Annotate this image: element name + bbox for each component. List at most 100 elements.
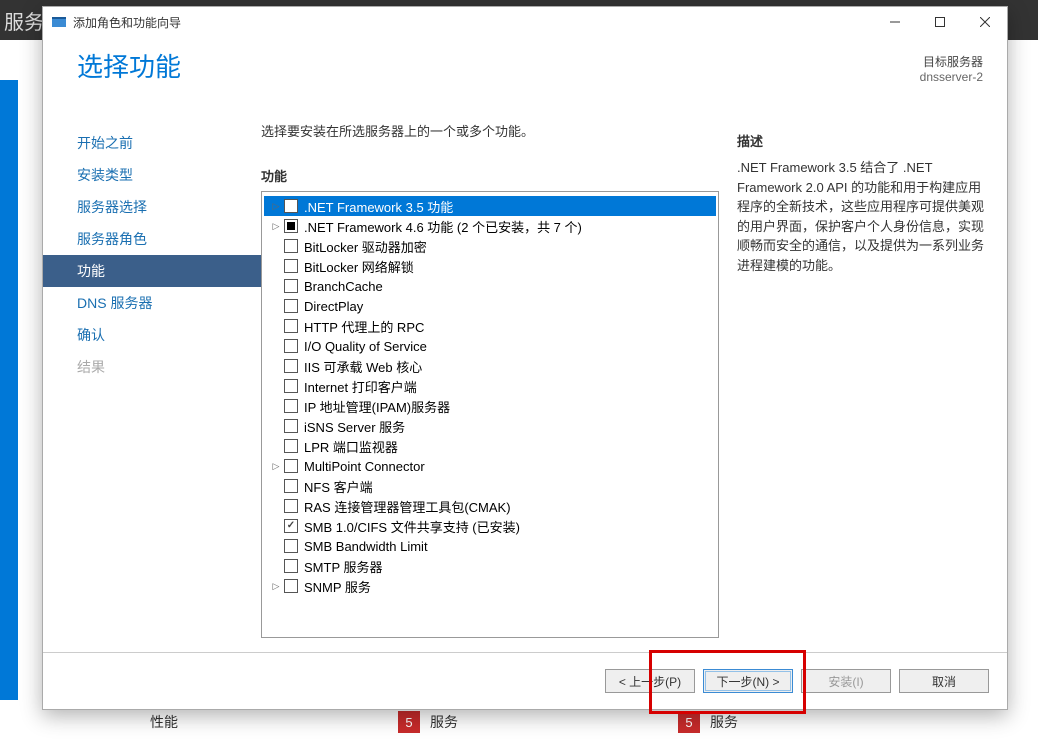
service-count-badge-2: 5	[678, 711, 700, 733]
expander-icon[interactable]: ▷	[270, 460, 282, 472]
feature-checkbox[interactable]	[284, 579, 298, 593]
next-button[interactable]: 下一步(N) >	[703, 669, 793, 693]
feature-checkbox[interactable]	[284, 559, 298, 573]
feature-label: SMB Bandwidth Limit	[304, 539, 428, 554]
feature-label: SMTP 服务器	[304, 557, 383, 576]
feature-label: BitLocker 驱动器加密	[304, 237, 427, 256]
target-label: 目标服务器	[920, 53, 983, 70]
feature-item[interactable]: ▷iSNS Server 服务	[264, 416, 716, 436]
feature-label: BitLocker 网络解锁	[304, 257, 414, 276]
feature-checkbox[interactable]	[284, 239, 298, 253]
wizard-dialog: 添加角色和功能向导 选择功能 目标服务器 dnsserver-2 开始之前安装类…	[42, 6, 1008, 710]
feature-label: I/O Quality of Service	[304, 339, 427, 354]
maximize-button[interactable]	[917, 7, 962, 37]
instruction-text: 选择要安装在所选服务器上的一个或多个功能。	[261, 121, 719, 140]
feature-item[interactable]: ▷HTTP 代理上的 RPC	[264, 316, 716, 336]
description-text: .NET Framework 3.5 结合了 .NET Framework 2.…	[737, 158, 989, 275]
feature-label: IIS 可承载 Web 核心	[304, 357, 422, 376]
background-accent	[0, 80, 18, 700]
feature-checkbox[interactable]	[284, 419, 298, 433]
feature-checkbox[interactable]	[284, 519, 298, 533]
feature-checkbox[interactable]	[284, 319, 298, 333]
feature-item[interactable]: ▷Internet 打印客户端	[264, 376, 716, 396]
feature-item[interactable]: ▷I/O Quality of Service	[264, 336, 716, 356]
feature-checkbox[interactable]	[284, 459, 298, 473]
background-bottom-row: 性能 5 服务 5 服务	[150, 708, 1032, 736]
target-server-info: 目标服务器 dnsserver-2	[920, 53, 983, 109]
feature-item[interactable]: ▷SMTP 服务器	[264, 556, 716, 576]
feature-label: iSNS Server 服务	[304, 417, 405, 436]
feature-item[interactable]: ▷ .NET Framework 3.5 功能	[264, 196, 716, 216]
features-list[interactable]: ▷ .NET Framework 3.5 功能▷.NET Framework 4.…	[261, 191, 719, 638]
feature-item[interactable]: ▷.NET Framework 4.6 功能 (2 个已安装，共 7 个)	[264, 216, 716, 236]
wizard-step-0[interactable]: 开始之前	[43, 127, 261, 159]
perf-label: 性能	[150, 712, 178, 732]
expander-icon[interactable]: ▷	[270, 200, 282, 212]
feature-item[interactable]: ▷LPR 端口监视器	[264, 436, 716, 456]
feature-checkbox[interactable]	[284, 359, 298, 373]
feature-label: LPR 端口监视器	[304, 437, 398, 456]
feature-label: SNMP 服务	[304, 577, 371, 596]
feature-item[interactable]: ▷BitLocker 网络解锁	[264, 256, 716, 276]
feature-label: SMB 1.0/CIFS 文件共享支持 (已安装)	[304, 517, 520, 536]
wizard-step-2[interactable]: 服务器选择	[43, 191, 261, 223]
wizard-step-1[interactable]: 安装类型	[43, 159, 261, 191]
expander-icon[interactable]: ▷	[270, 580, 282, 592]
feature-item[interactable]: ▷SMB 1.0/CIFS 文件共享支持 (已安装)	[264, 516, 716, 536]
previous-button[interactable]: < 上一步(P)	[605, 669, 695, 693]
feature-checkbox[interactable]	[284, 219, 298, 233]
wizard-step-4[interactable]: 功能	[43, 255, 261, 287]
feature-item[interactable]: ▷BitLocker 驱动器加密	[264, 236, 716, 256]
feature-item[interactable]: ▷DirectPlay	[264, 296, 716, 316]
service-label-1: 服务	[430, 712, 458, 732]
cancel-button[interactable]: 取消	[899, 669, 989, 693]
expander-icon[interactable]: ▷	[270, 220, 282, 232]
page-title: 选择功能	[77, 47, 181, 109]
feature-checkbox[interactable]	[284, 379, 298, 393]
feature-item[interactable]: ▷RAS 连接管理器管理工具包(CMAK)	[264, 496, 716, 516]
feature-checkbox[interactable]	[284, 399, 298, 413]
close-button[interactable]	[962, 7, 1007, 37]
feature-label: MultiPoint Connector	[304, 459, 425, 474]
feature-item[interactable]: ▷SMB Bandwidth Limit	[264, 536, 716, 556]
feature-label: BranchCache	[304, 279, 383, 294]
service-label-2: 服务	[710, 712, 738, 732]
minimize-button[interactable]	[872, 7, 917, 37]
description-section-label: 描述	[737, 131, 989, 150]
window-title: 添加角色和功能向导	[73, 14, 872, 31]
feature-label: DirectPlay	[304, 299, 363, 314]
feature-label: HTTP 代理上的 RPC	[304, 317, 424, 336]
feature-checkbox[interactable]	[284, 479, 298, 493]
feature-checkbox[interactable]	[284, 499, 298, 513]
wizard-steps-nav: 开始之前安装类型服务器选择服务器角色功能DNS 服务器确认结果	[43, 109, 261, 652]
target-name: dnsserver-2	[920, 70, 983, 84]
feature-label: .NET Framework 3.5 功能	[304, 197, 453, 216]
feature-label: IP 地址管理(IPAM)服务器	[304, 397, 450, 416]
service-count-badge-1: 5	[398, 711, 420, 733]
install-button[interactable]: 安装(I)	[801, 669, 891, 693]
feature-label: RAS 连接管理器管理工具包(CMAK)	[304, 497, 511, 516]
app-icon	[51, 14, 67, 30]
feature-checkbox[interactable]	[284, 259, 298, 273]
wizard-step-7: 结果	[43, 351, 261, 383]
feature-item[interactable]: ▷IP 地址管理(IPAM)服务器	[264, 396, 716, 416]
wizard-step-6[interactable]: 确认	[43, 319, 261, 351]
feature-item[interactable]: ▷IIS 可承载 Web 核心	[264, 356, 716, 376]
wizard-footer: < 上一步(P) 下一步(N) > 安装(I) 取消	[43, 653, 1007, 709]
feature-checkbox[interactable]	[284, 279, 298, 293]
feature-item[interactable]: ▷ MultiPoint Connector	[264, 456, 716, 476]
wizard-header: 选择功能 目标服务器 dnsserver-2	[43, 37, 1007, 109]
feature-item[interactable]: ▷BranchCache	[264, 276, 716, 296]
feature-checkbox[interactable]	[284, 299, 298, 313]
feature-item[interactable]: ▷ SNMP 服务	[264, 576, 716, 596]
feature-checkbox[interactable]	[284, 439, 298, 453]
feature-checkbox[interactable]	[284, 199, 298, 213]
feature-item[interactable]: ▷NFS 客户端	[264, 476, 716, 496]
feature-checkbox[interactable]	[284, 539, 298, 553]
titlebar: 添加角色和功能向导	[43, 7, 1007, 37]
feature-checkbox[interactable]	[284, 339, 298, 353]
wizard-step-5[interactable]: DNS 服务器	[43, 287, 261, 319]
wizard-step-3[interactable]: 服务器角色	[43, 223, 261, 255]
feature-label: Internet 打印客户端	[304, 377, 417, 396]
feature-label: NFS 客户端	[304, 477, 373, 496]
